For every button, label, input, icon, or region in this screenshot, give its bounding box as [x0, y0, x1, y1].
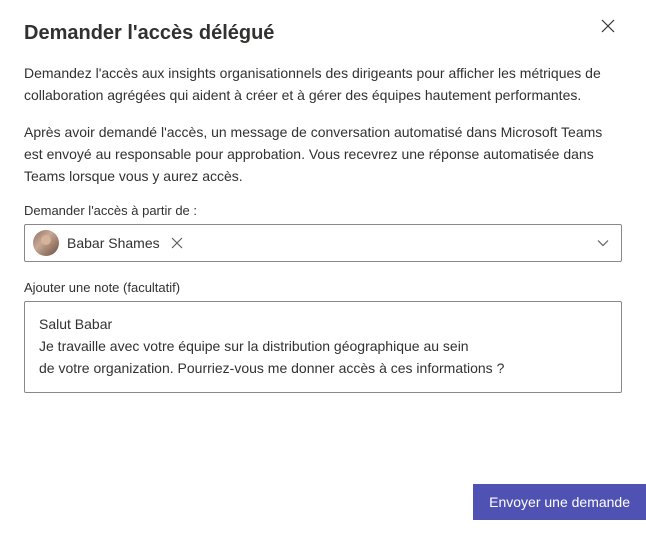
dialog-description-1: Demandez l'accès aux insights organisati… [24, 63, 622, 106]
person-name: Babar Shames [67, 235, 160, 251]
close-button[interactable] [594, 12, 622, 40]
note-line: Salut Babar [39, 314, 607, 336]
close-icon [600, 18, 616, 34]
dialog-title: Demander l'accès délégué [24, 22, 622, 45]
close-icon [171, 237, 183, 249]
dialog-description-2: Après avoir demandé l'accès, un message … [24, 122, 622, 187]
chevron-down-icon [597, 239, 609, 247]
note-textarea[interactable]: Salut Babar Je travaille avec votre équi… [24, 301, 622, 392]
request-delegate-access-dialog: Demander l'accès délégué Demandez l'accè… [0, 0, 646, 540]
people-picker-expand[interactable] [593, 230, 613, 256]
people-picker[interactable]: Babar Shames [24, 224, 622, 262]
submit-button[interactable]: Envoyer une demande [473, 484, 646, 520]
note-label: Ajouter une note (facultatif) [24, 280, 622, 295]
note-line: Je travaille avec votre équipe sur la di… [39, 336, 607, 358]
person-chip: Babar Shames [33, 230, 186, 256]
dialog-footer: Envoyer une demande [473, 484, 646, 520]
note-line: de votre organization. Pourriez-vous me … [39, 358, 607, 380]
request-from-label: Demander l'accès à partir de : [24, 203, 622, 218]
avatar [33, 230, 59, 256]
remove-person-button[interactable] [168, 234, 186, 252]
